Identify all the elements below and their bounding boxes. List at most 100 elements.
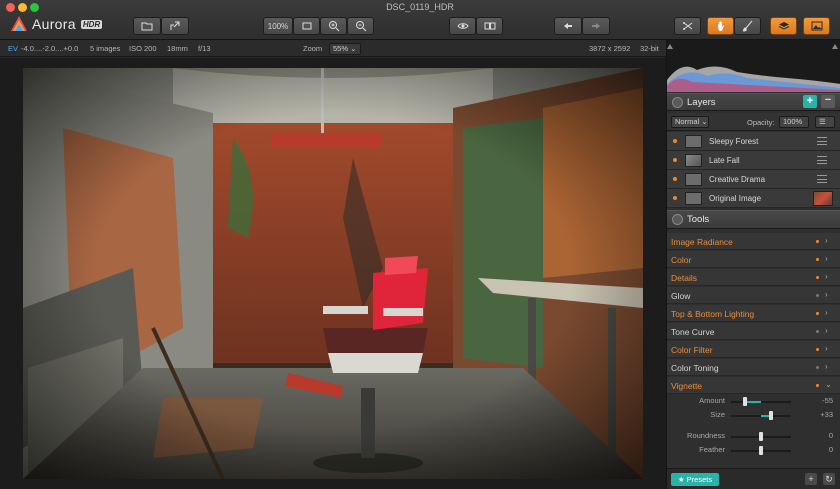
hand-tool-button[interactable] xyxy=(707,17,734,35)
tools-header[interactable]: Tools xyxy=(667,210,840,229)
bit-depth: 32-bit xyxy=(640,44,659,53)
add-layer-button[interactable]: + xyxy=(803,95,817,108)
hdr-photo[interactable] xyxy=(23,68,643,479)
layers-toggle-button[interactable] xyxy=(770,17,797,35)
compare-button[interactable] xyxy=(476,17,503,35)
undo-button[interactable] xyxy=(554,17,582,35)
tool-name: Vignette xyxy=(671,381,703,391)
layer-visibility-icon[interactable] xyxy=(673,177,677,181)
ev-label: EV xyxy=(8,44,19,53)
add-preset-icon[interactable]: + xyxy=(805,473,817,485)
layer-row[interactable]: Sleepy Forest xyxy=(667,132,840,151)
slider-knob[interactable] xyxy=(742,397,747,406)
tool-details[interactable]: Details › xyxy=(667,269,840,286)
panel-bottom-bar: ★ Presets + ↻ xyxy=(667,468,840,489)
chevron-right-icon: › xyxy=(825,254,828,263)
layer-visibility-icon[interactable] xyxy=(673,139,677,143)
tools-icon xyxy=(672,214,683,225)
tool-enabled-indicator[interactable] xyxy=(816,384,819,387)
slider-label: Size xyxy=(710,410,725,419)
slider-knob[interactable] xyxy=(759,446,763,455)
layer-adjust-icon[interactable] xyxy=(817,137,827,145)
slider-fill xyxy=(744,401,761,403)
vignette-roundness-slider[interactable]: Roundness 0 xyxy=(667,429,840,443)
tool-image-radiance[interactable]: Image Radiance › xyxy=(667,233,840,250)
aurora-hdr-window: DSC_0119_HDR Aurora HDR 100% EV -4.0....… xyxy=(0,0,840,489)
layer-adjust-icon[interactable] xyxy=(817,175,827,183)
vignette-feather-slider[interactable]: Feather 0 xyxy=(667,443,840,457)
crop-button[interactable] xyxy=(674,17,701,35)
tool-enabled-indicator[interactable] xyxy=(816,330,819,333)
layer-row[interactable]: Original Image xyxy=(667,189,840,208)
slider-track[interactable] xyxy=(731,401,791,403)
layer-visibility-icon[interactable] xyxy=(673,158,677,162)
open-button[interactable] xyxy=(133,17,161,35)
slider-value: +33 xyxy=(820,410,833,419)
layer-name: Creative Drama xyxy=(709,175,766,184)
slider-value: 0 xyxy=(828,431,833,440)
zoom-100-label: 100% xyxy=(267,21,289,31)
share-button[interactable] xyxy=(161,17,189,35)
fit-button[interactable] xyxy=(293,17,320,35)
brush-icon xyxy=(742,20,752,32)
zoom-out-icon xyxy=(355,21,366,32)
chevron-right-icon: › xyxy=(825,362,828,371)
vignette-amount-slider[interactable]: Amount -55 xyxy=(667,394,840,408)
undo-icon xyxy=(564,23,572,29)
tool-vignette[interactable]: Vignette ⌄ xyxy=(667,377,840,394)
compare-icon xyxy=(484,22,495,30)
opacity-label: Opacity: xyxy=(747,118,775,127)
tool-color[interactable]: Color › xyxy=(667,251,840,268)
tool-tone-curve[interactable]: Tone Curve › xyxy=(667,323,840,340)
image-canvas[interactable] xyxy=(0,58,666,489)
histogram xyxy=(667,40,840,92)
tool-top-bottom-lighting[interactable]: Top & Bottom Lighting › xyxy=(667,305,840,322)
vignette-size-slider[interactable]: Size +33 xyxy=(667,408,840,422)
zoom-out-button[interactable] xyxy=(347,17,374,35)
preview-button[interactable] xyxy=(449,17,476,35)
layer-thumbnail xyxy=(685,154,702,167)
zoom-100-button[interactable]: 100% xyxy=(263,17,293,35)
tool-name: Tone Curve xyxy=(671,327,715,337)
tool-color-filter[interactable]: Color Filter › xyxy=(667,341,840,358)
layer-adjust-icon[interactable] xyxy=(817,156,827,164)
tool-enabled-indicator[interactable] xyxy=(816,348,819,351)
opacity-select[interactable]: 100% ⌄ xyxy=(779,116,809,136)
slider-knob[interactable] xyxy=(768,411,773,420)
image-dimensions: 3872 x 2592 xyxy=(589,44,631,53)
zoom-in-button[interactable] xyxy=(320,17,347,35)
layer-menu-button[interactable]: ☰ xyxy=(815,116,835,128)
redo-button[interactable] xyxy=(582,17,610,35)
chevron-right-icon: › xyxy=(825,272,828,281)
tool-enabled-indicator[interactable] xyxy=(816,276,819,279)
original-image-thumbnail xyxy=(813,191,833,206)
adjustments-toggle-button[interactable] xyxy=(803,17,830,35)
tool-enabled-indicator[interactable] xyxy=(816,294,819,297)
tool-name: Color Toning xyxy=(671,363,719,373)
layer-visibility-icon[interactable] xyxy=(673,196,677,200)
layer-row[interactable]: Creative Drama xyxy=(667,170,840,189)
chevron-right-icon: › xyxy=(825,326,828,335)
remove-layer-button[interactable]: − xyxy=(821,95,835,108)
image-count: 5 images xyxy=(90,44,121,53)
tool-enabled-indicator[interactable] xyxy=(816,258,819,261)
open-icon xyxy=(141,22,153,31)
zoom-in-icon xyxy=(328,21,339,32)
layer-row[interactable]: Late Fall xyxy=(667,151,840,170)
tool-glow[interactable]: Glow › xyxy=(667,287,840,304)
presets-button[interactable]: ★ Presets xyxy=(671,473,719,486)
blend-mode-select[interactable]: Normal ⌄ xyxy=(671,116,709,128)
tool-color-toning[interactable]: Color Toning › xyxy=(667,359,840,376)
chevron-right-icon: › xyxy=(825,290,828,299)
brush-tool-button[interactable] xyxy=(734,17,761,35)
tool-enabled-indicator[interactable] xyxy=(816,312,819,315)
tool-enabled-indicator[interactable] xyxy=(816,240,819,243)
slider-knob[interactable] xyxy=(759,432,763,441)
refresh-icon[interactable]: ↻ xyxy=(823,473,835,485)
tool-enabled-indicator[interactable] xyxy=(816,366,819,369)
chevron-right-icon: › xyxy=(825,344,828,353)
zoom-label: Zoom xyxy=(303,44,323,53)
zoom-select[interactable]: 55% ⌄ xyxy=(329,43,361,55)
photo-render xyxy=(23,68,643,479)
fit-icon xyxy=(302,22,311,30)
